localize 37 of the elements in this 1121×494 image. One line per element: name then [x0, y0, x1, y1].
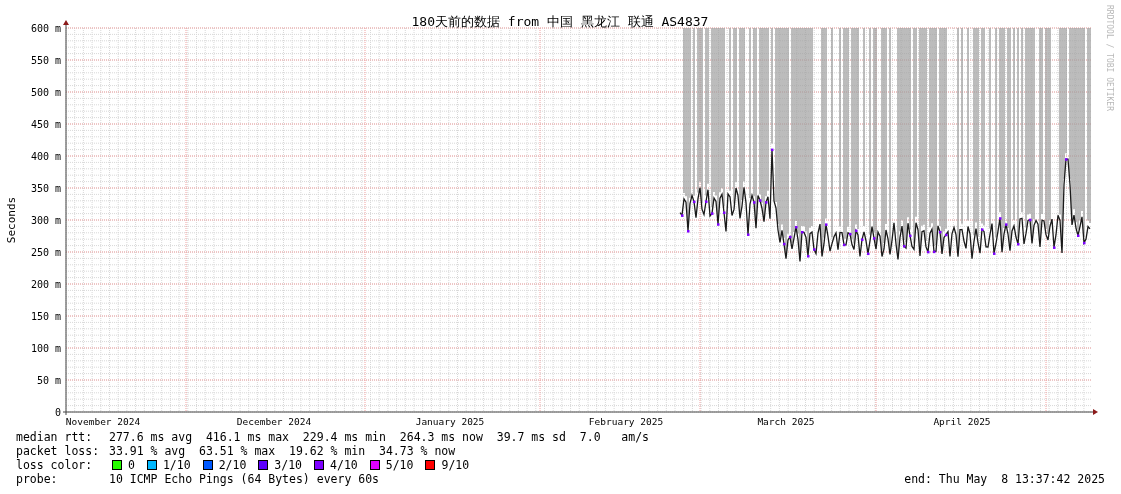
y-tick-label: 300 m: [30, 215, 61, 226]
loss-color-label: 2/10: [218, 458, 247, 472]
y-tick-label: 550 m: [30, 55, 61, 66]
legend-label: median rtt:: [16, 430, 94, 444]
x-tick-label: November 2024: [65, 416, 141, 427]
loss-color-label: 9/10: [441, 458, 470, 472]
x-tick-label: January 2025: [415, 416, 485, 427]
loss-color-label: 4/10: [330, 458, 358, 472]
y-tick-label: 100 m: [30, 343, 61, 354]
y-tick-label: 50 m: [36, 375, 61, 386]
y-tick-label: 400 m: [30, 151, 61, 162]
chart-title: 180天前的数据 from 中国 黑龙江 联通 AS4837: [411, 14, 709, 29]
legend-label: probe:: [16, 472, 59, 486]
x-tick-label: February 2025: [588, 416, 664, 427]
end-time: end: Thu May 8 13:37:42 2025: [904, 472, 1105, 486]
x-tick-label: March 2025: [757, 416, 815, 427]
y-tick-label: 250 m: [30, 247, 61, 258]
y-tick-label: 150 m: [30, 311, 61, 322]
legend-value: 277.6 ms avg 416.1 ms max 229.4 ms min 264.3 ms now 39.7 ms sd 7.0 am/s: [109, 430, 650, 444]
legend-label: loss color:: [16, 458, 94, 472]
y-tick-label: 200 m: [30, 279, 61, 290]
loss-color-label: 1/10: [162, 458, 191, 472]
y-tick-label: 450 m: [30, 119, 61, 130]
credit-text: RRDTOOL / TOBI OETIKER: [1105, 5, 1114, 111]
loss-color-label: 0: [128, 458, 135, 472]
legend-value: 33.91 % avg 63.51 % max 19.62 % min 34.73 % now: [109, 444, 456, 458]
x-tick-label: April 2025: [933, 416, 991, 427]
loss-color-label: 5/10: [385, 458, 414, 472]
y-tick-label: 500 m: [30, 87, 61, 98]
y-tick-label: 0: [54, 407, 61, 418]
y-axis-label: Seconds: [5, 196, 18, 244]
y-tick-label: 350 m: [30, 183, 61, 194]
loss-color-label: 3/10: [274, 458, 303, 472]
legend-label: packet loss:: [16, 444, 101, 458]
y-tick-label: 600 m: [30, 23, 61, 34]
x-tick-label: December 2024: [236, 416, 312, 427]
legend-value: 10 ICMP Echo Pings (64 Bytes) every 60s: [109, 472, 380, 486]
